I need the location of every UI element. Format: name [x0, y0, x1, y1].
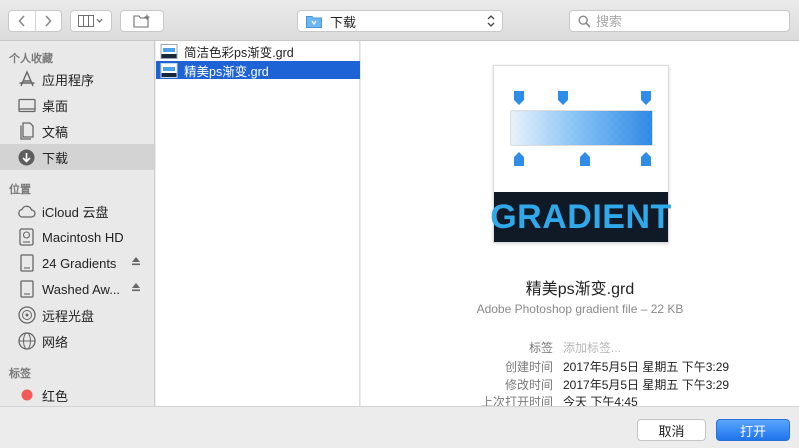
meta-label-created: 创建时间 — [504, 360, 553, 374]
sidebar-item-remote-disc[interactable]: 远程光盘 — [0, 302, 154, 328]
favorites-section-title: 个人收藏 — [9, 53, 53, 65]
sidebar-item-desktop[interactable]: 桌面 — [0, 92, 154, 118]
sidebar-item-label: 网络 — [42, 334, 69, 350]
search-input[interactable] — [596, 13, 766, 29]
sidebar-item-label: Washed Aw... — [42, 281, 121, 297]
file-row-selected[interactable]: 精美ps渐变.grd — [156, 61, 360, 79]
open-button[interactable]: 打开 — [716, 419, 790, 441]
location-label: 下载 — [330, 14, 357, 30]
column-view-icon — [78, 15, 103, 27]
sidebar-item-label: Macintosh HD — [42, 229, 124, 245]
preview-file-kind: Adobe Photoshop gradient file – 22 KB — [476, 302, 684, 316]
sidebar-item-documents[interactable]: 文稿 — [0, 118, 154, 144]
chevron-left-icon — [18, 15, 25, 27]
sidebar-item-24-gradients[interactable]: 24 Gradients — [0, 250, 154, 276]
chevron-up-down-icon — [487, 15, 495, 27]
new-folder-icon — [133, 14, 150, 28]
sidebar-item-macintosh-hd[interactable]: Macintosh HD — [0, 224, 154, 250]
sidebar-item-network[interactable]: 网络 — [0, 328, 154, 354]
meta-value-created: 2017年5月5日 星期五 下午3:29 — [563, 360, 730, 374]
search-icon — [578, 14, 591, 28]
sidebar-item-label: 桌面 — [42, 98, 69, 114]
tags-section-title: 标签 — [9, 368, 31, 380]
cancel-button[interactable]: 取消 — [637, 419, 706, 441]
downloads-icon — [17, 148, 36, 167]
file-list: 简洁色彩ps渐变.grd 精美ps渐变.grd — [156, 41, 360, 406]
disk-image-icon — [17, 280, 36, 299]
sidebar-item-label: 24 Gradients — [42, 255, 117, 271]
file-row[interactable]: 简洁色彩ps渐变.grd — [156, 42, 360, 60]
sidebar: 个人收藏 应用程序 桌面 文稿 下载 位置 iCloud 云盘 Macintos… — [0, 41, 155, 406]
thumbnail-banner: GRADIENT — [490, 192, 671, 242]
hard-drive-icon — [17, 228, 36, 247]
toolbar: 下载 — [0, 0, 799, 41]
meta-label-tags: 标签 — [528, 341, 553, 355]
applications-icon — [17, 70, 36, 89]
network-icon — [17, 332, 36, 351]
sidebar-item-downloads[interactable]: 下载 — [0, 144, 154, 170]
gradient-file-icon — [160, 62, 178, 78]
view-mode-button[interactable] — [70, 10, 112, 32]
file-name: 精美ps渐变.grd — [184, 64, 269, 79]
optical-disc-icon — [17, 306, 36, 325]
preview-pane: GRADIENT 精美ps渐变.grd Adobe Photoshop grad… — [361, 41, 799, 409]
eject-icon[interactable] — [131, 282, 141, 292]
new-folder-button[interactable] — [120, 10, 164, 32]
disk-image-icon — [17, 254, 36, 273]
file-thumbnail: GRADIENT — [490, 65, 671, 243]
sidebar-item-label: iCloud 云盘 — [42, 204, 109, 220]
cloud-icon — [17, 202, 36, 221]
meta-label-modified: 修改时间 — [504, 378, 553, 392]
sidebar-item-label: 红色 — [42, 388, 69, 404]
desktop-icon — [17, 96, 36, 115]
sidebar-item-tag-red[interactable]: 红色 — [0, 382, 154, 406]
sidebar-item-label: 下载 — [42, 150, 69, 166]
file-name: 简洁色彩ps渐变.grd — [184, 45, 294, 60]
sidebar-item-label: 远程光盘 — [42, 308, 95, 324]
sidebar-item-washed-away[interactable]: Washed Aw... — [0, 276, 154, 302]
thumbnail-text: GRADIENT — [490, 197, 672, 236]
sidebar-item-applications[interactable]: 应用程序 — [0, 66, 154, 92]
search-field[interactable] — [569, 10, 790, 32]
preview-filename: 精美ps渐变.grd — [525, 281, 635, 298]
documents-icon — [17, 122, 36, 141]
sidebar-item-icloud[interactable]: iCloud 云盘 — [0, 198, 154, 224]
forward-button[interactable] — [34, 11, 61, 31]
red-tag-dot-icon — [17, 386, 36, 405]
back-button[interactable] — [9, 11, 35, 31]
eject-icon[interactable] — [131, 256, 141, 266]
add-tags-field[interactable]: 添加标签... — [563, 339, 621, 356]
sidebar-item-label: 文稿 — [42, 124, 69, 140]
locations-section-title: 位置 — [9, 184, 31, 196]
gradient-file-icon — [160, 43, 178, 59]
opacity-stop-markers — [514, 91, 651, 105]
gradient-preview-graphic — [510, 91, 653, 166]
color-stop-markers — [514, 152, 651, 166]
sidebar-item-label: 应用程序 — [42, 72, 95, 88]
navigation-buttons — [8, 10, 62, 32]
meta-value-modified: 2017年5月5日 星期五 下午3:29 — [563, 378, 730, 392]
dialog-footer: 取消 打开 — [0, 406, 799, 448]
location-select[interactable]: 下载 — [297, 10, 503, 32]
folder-icon — [306, 15, 322, 28]
chevron-right-icon — [45, 15, 53, 27]
